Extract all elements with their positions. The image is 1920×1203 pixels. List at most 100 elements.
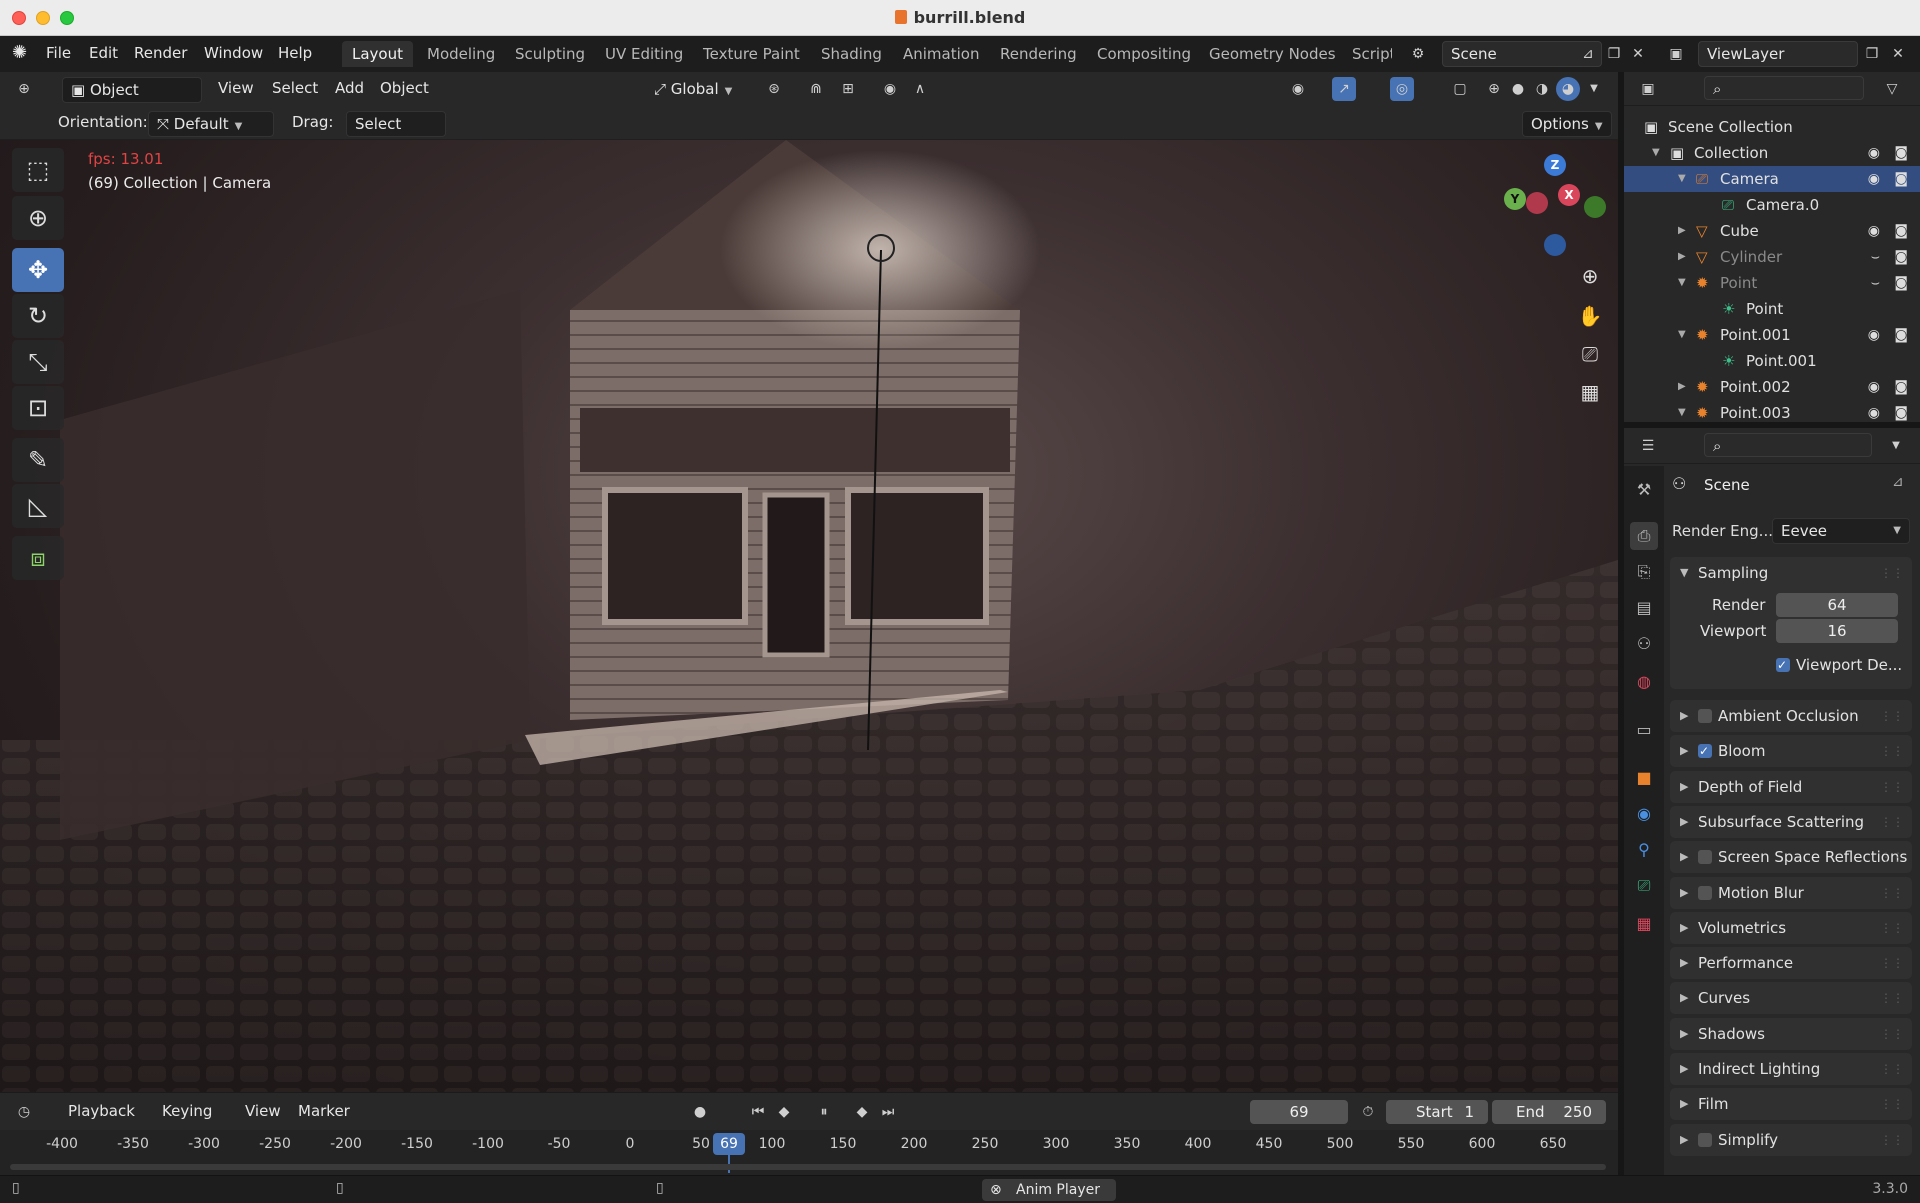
render-tab-icon[interactable]: ⎙ <box>1630 522 1658 550</box>
pause-icon[interactable]: ⏸ <box>812 1100 836 1124</box>
viewport-menu-add[interactable]: Add <box>335 79 364 97</box>
snap-magnet-icon[interactable]: ⋒ <box>804 77 828 101</box>
drag-grip-icon[interactable]: ⋮⋮ <box>1880 1053 1904 1085</box>
falloff-curve-icon[interactable]: ∧ <box>908 77 932 101</box>
new-viewlayer-icon[interactable]: ❐ <box>1860 42 1884 66</box>
visibility-eye-icon[interactable]: ◉ <box>1868 218 1880 244</box>
panel-enable-checkbox[interactable] <box>1698 1132 1712 1147</box>
chevron-right-icon[interactable]: ▶ <box>1680 700 1688 732</box>
drag-dropdown[interactable]: Select Box▼ <box>346 111 446 157</box>
gizmo-x-axis[interactable]: X <box>1558 184 1580 206</box>
render-camera-icon[interactable]: ◙ <box>1894 374 1908 400</box>
pivot-point-icon[interactable]: ⊛ <box>762 77 786 101</box>
world-tab-icon[interactable]: ◍ <box>1630 668 1658 696</box>
scale-tool[interactable]: ⤡ <box>12 340 64 384</box>
panel-enable-checkbox[interactable] <box>1698 850 1712 865</box>
wireframe-shading-icon[interactable]: ⊕ <box>1482 77 1506 101</box>
expand-chevron-icon[interactable]: ▶ <box>1678 218 1686 244</box>
timeline-menu-view[interactable]: View <box>245 1102 281 1120</box>
proportional-edit-icon[interactable]: ◉ <box>878 77 902 101</box>
shading-options-chevron-icon[interactable]: ▼ <box>1582 77 1606 101</box>
tab-texture-paint[interactable]: Texture Paint <box>693 41 810 67</box>
render-camera-icon[interactable]: ◙ <box>1894 244 1908 270</box>
panel-ambient-occlusion[interactable]: ▶ Ambient Occlusion ⋮⋮ <box>1670 700 1912 732</box>
outliner-row[interactable]: ☀ Point.001 <box>1624 348 1920 374</box>
timeline-editor-type-icon[interactable]: ◷ <box>12 1100 36 1124</box>
expand-chevron-icon[interactable]: ▼ <box>1678 270 1686 296</box>
cancel-job-icon[interactable]: ⊗ <box>990 1179 1002 1201</box>
gizmo-toggle-icon[interactable]: ↗ <box>1332 77 1356 101</box>
drag-grip-icon[interactable]: ⋮⋮ <box>1880 982 1904 1014</box>
chevron-right-icon[interactable]: ▶ <box>1680 982 1688 1014</box>
panel-depth-of-field[interactable]: ▶ Depth of Field ⋮⋮ <box>1670 770 1912 803</box>
viewlayer-field[interactable]: ViewLayer <box>1698 41 1858 67</box>
snap-target-icon[interactable]: ⊞ <box>836 77 860 101</box>
drag-grip-icon[interactable]: ⋮⋮ <box>1880 557 1904 589</box>
orientation-dropdown[interactable]: ⤧ Default ▼ <box>148 111 274 137</box>
tab-modeling[interactable]: Modeling <box>417 41 505 67</box>
drag-grip-icon[interactable]: ⋮⋮ <box>1880 735 1904 767</box>
expand-chevron-icon[interactable]: ▼ <box>1678 322 1686 348</box>
scene-selector-icon[interactable]: ⚙ <box>1406 42 1430 66</box>
transform-tool[interactable]: ⊡ <box>12 386 64 430</box>
record-keyframe-icon[interactable]: ● <box>688 1100 712 1124</box>
visibility-eye-icon[interactable]: ◉ <box>1286 77 1310 101</box>
gizmo-neg-y-axis[interactable] <box>1584 196 1606 218</box>
object-tab-icon[interactable]: ■ <box>1630 764 1658 792</box>
physics-tab-icon[interactable]: ◉ <box>1630 800 1658 828</box>
blender-logo-icon[interactable]: ✺ <box>12 42 27 63</box>
expand-chevron-icon[interactable]: ▶ <box>1678 244 1686 270</box>
rendered-shading-icon[interactable]: ◕ <box>1556 77 1580 101</box>
transform-orientation-dropdown[interactable]: ⤢ Global ▼ <box>646 77 748 103</box>
outliner-row[interactable]: ▼ ▣ Collection ◉ ◙ <box>1624 140 1920 166</box>
jump-end-icon[interactable]: ⏭ <box>876 1100 900 1124</box>
texture-tab-icon[interactable]: ▦ <box>1630 910 1658 938</box>
annotate-tool[interactable]: ✎ <box>12 438 64 482</box>
panel-enable-checkbox[interactable] <box>1698 709 1712 723</box>
render-camera-icon[interactable]: ◙ <box>1894 400 1908 426</box>
gizmo-y-axis[interactable]: Y <box>1504 188 1526 210</box>
gizmo-neg-x-axis[interactable] <box>1526 192 1548 214</box>
anim-player-job[interactable]: ⊗ Anim Player <box>982 1179 1116 1201</box>
options-dropdown[interactable]: Options ▼ <box>1522 111 1612 137</box>
outliner-editor-type-icon[interactable]: ▣ <box>1636 77 1660 101</box>
pin-scene-icon[interactable]: ⊿ <box>1576 42 1600 66</box>
tab-rendering[interactable]: Rendering <box>990 41 1087 67</box>
render-camera-icon[interactable]: ◙ <box>1894 218 1908 244</box>
camera-view-icon[interactable]: ⎚ <box>1574 338 1606 370</box>
menu-render[interactable]: Render <box>134 44 187 62</box>
menu-edit[interactable]: Edit <box>89 44 118 62</box>
visibility-eye-icon[interactable]: ◉ <box>1868 166 1880 192</box>
chevron-right-icon[interactable]: ▶ <box>1680 735 1688 767</box>
visibility-eye-icon[interactable]: ◉ <box>1868 322 1880 348</box>
tab-animation[interactable]: Animation <box>893 41 989 67</box>
timeline-ruler[interactable]: -400 -350 -300 -250 -200 -150 -100 -50 0… <box>0 1130 1618 1175</box>
panel-shadows[interactable]: ▶ Shadows ⋮⋮ <box>1670 1017 1912 1050</box>
expand-chevron-icon[interactable]: ▼ <box>1678 166 1686 192</box>
overlays-toggle-icon[interactable]: ◎ <box>1390 77 1414 101</box>
gizmo-z-axis[interactable]: Z <box>1544 154 1566 176</box>
pin-icon[interactable]: ⊿ <box>1892 474 1904 490</box>
xray-toggle-icon[interactable]: ▢ <box>1448 77 1472 101</box>
chevron-right-icon[interactable]: ▶ <box>1680 1018 1688 1050</box>
object-data-tab-icon[interactable]: ⎚ <box>1630 872 1658 900</box>
drag-grip-icon[interactable]: ⋮⋮ <box>1880 806 1904 838</box>
chevron-right-icon[interactable]: ▶ <box>1680 1053 1688 1085</box>
panel-performance[interactable]: ▶ Performance ⋮⋮ <box>1670 947 1912 980</box>
object-mode-dropdown[interactable]: ▣ Object Mode▼ <box>62 77 202 123</box>
chevron-right-icon[interactable]: ▶ <box>1680 877 1688 909</box>
cursor-tool[interactable]: ⊕ <box>12 196 64 240</box>
panel-enable-checkbox[interactable] <box>1698 885 1712 900</box>
drag-grip-icon[interactable]: ⋮⋮ <box>1880 947 1904 979</box>
delete-scene-icon[interactable]: ✕ <box>1626 42 1650 66</box>
tab-uv-editing[interactable]: UV Editing <box>595 41 693 67</box>
panel-film[interactable]: ▶ Film ⋮⋮ <box>1670 1088 1912 1121</box>
filter-icon[interactable]: ▽ <box>1880 77 1904 101</box>
tab-scripting[interactable]: Script <box>1342 41 1392 67</box>
move-tool[interactable]: ✥ <box>12 248 64 292</box>
constraints-tab-icon[interactable]: ⚲ <box>1630 836 1658 864</box>
outliner-row[interactable]: ⎚ Camera.0 <box>1624 192 1920 218</box>
drag-grip-icon[interactable]: ⋮⋮ <box>1880 912 1904 944</box>
rotate-tool[interactable]: ↻ <box>12 294 64 338</box>
zoom-icon[interactable]: ⊕ <box>1574 260 1606 292</box>
